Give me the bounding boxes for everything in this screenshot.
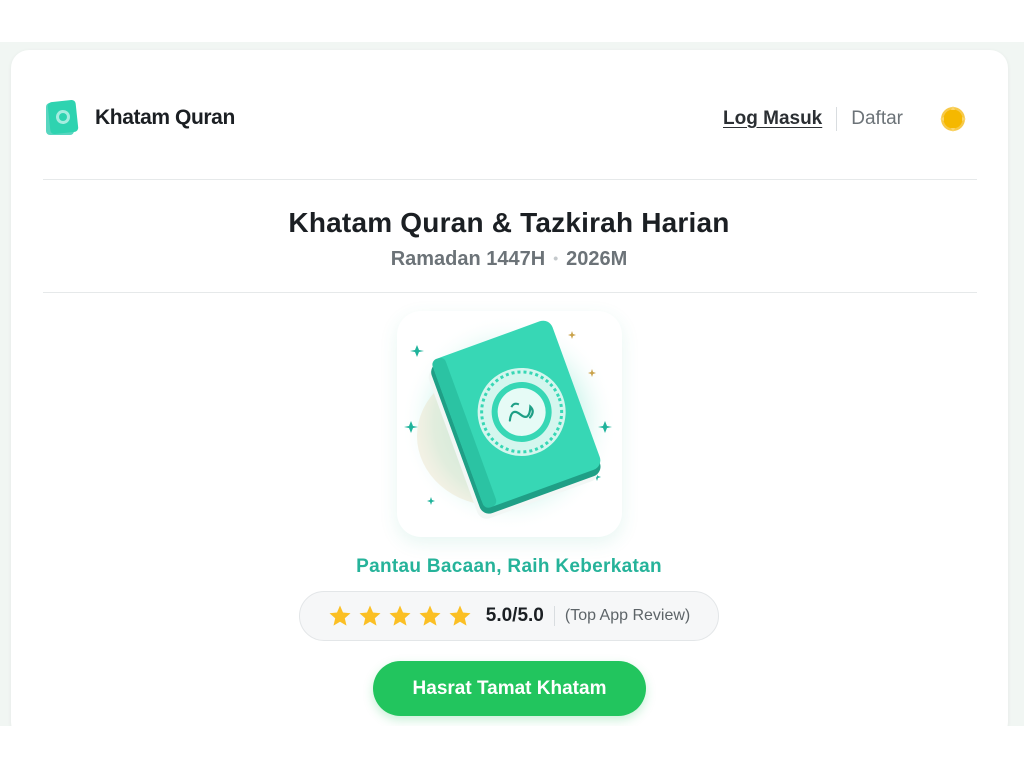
register-link[interactable]: Daftar	[851, 108, 903, 130]
rating-divider	[553, 606, 555, 626]
page-title: Khatam Quran & Tazkirah Harian	[288, 207, 730, 238]
header-divider	[43, 179, 977, 180]
hijri-year: Ramadan 1447H	[390, 248, 546, 270]
star-icon	[419, 605, 441, 626]
star-icon	[389, 605, 411, 626]
theme-toggle-button[interactable]	[939, 105, 967, 133]
sun-icon	[940, 106, 966, 132]
brand-name: Khatam Quran	[95, 106, 235, 129]
page-subtitle: Ramadan 1447H • 2026M	[0, 248, 1018, 271]
hero-image	[397, 311, 622, 537]
tagline: Pantau Bacaan, Raih Keberkatan	[356, 556, 662, 577]
gregorian-year: 2026M	[566, 248, 628, 270]
login-link[interactable]: Log Masuk	[723, 108, 822, 130]
page-bottom	[0, 726, 1024, 768]
star-icon	[329, 605, 351, 626]
star-icon	[359, 605, 381, 626]
subtitle-separator: •	[553, 250, 559, 266]
rating-stars	[328, 604, 478, 628]
star-icon	[449, 605, 471, 626]
title-divider	[43, 292, 977, 293]
rating-note: (Top App Review)	[564, 607, 691, 624]
nav-divider	[836, 107, 838, 131]
rating-score: 5.0/5.0	[485, 605, 544, 626]
quran-book-icon	[401, 315, 617, 531]
brand[interactable]: Khatam Quran	[43, 98, 235, 138]
khatam-goal-button[interactable]: Hasrat Tamat Khatam	[373, 661, 646, 716]
brand-logo-icon	[46, 100, 79, 135]
auth-nav: Log Masuk Daftar	[723, 100, 967, 138]
rating-badge: 5.0/5.0 (Top App Review)	[299, 591, 719, 641]
